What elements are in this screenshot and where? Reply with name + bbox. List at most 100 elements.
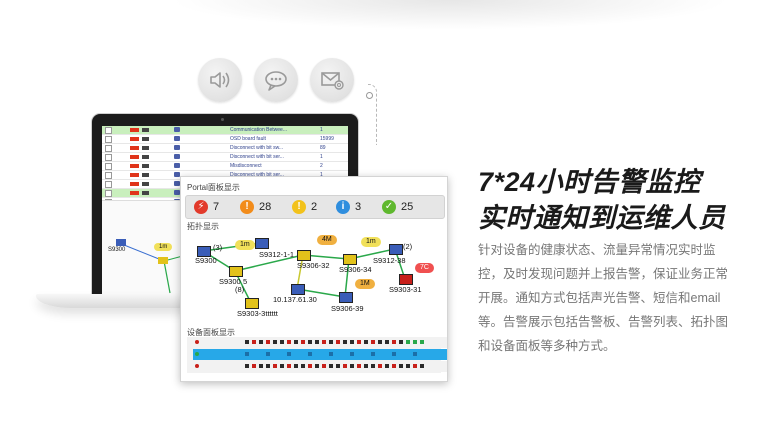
switch-icon[interactable] — [389, 244, 403, 255]
port-indicator — [392, 340, 396, 344]
alarm-row[interactable]: Misdisconnect 2 — [102, 162, 348, 171]
count-critical[interactable]: ⚡ 7 — [194, 199, 219, 215]
port-indicator — [329, 352, 333, 356]
port-indicator — [301, 352, 305, 356]
port-indicator — [350, 340, 354, 344]
port-indicator — [266, 364, 270, 368]
port-indicator — [315, 340, 319, 344]
port-indicator — [420, 340, 424, 344]
alarm-row[interactable]: Disconnect with bit ser... 1 — [102, 153, 348, 162]
node-label: 10.137.61.30 — [273, 295, 317, 304]
port-indicator — [357, 340, 361, 344]
mail-icon — [310, 58, 354, 102]
switch-icon[interactable] — [297, 250, 311, 261]
alarm-counts-bar: ⚡ 7 ! 28 ! 2 i 3 ✓ 25 — [185, 195, 445, 219]
port-indicator — [308, 352, 312, 356]
alarm-count: 89 — [320, 145, 326, 151]
headline-line-1: 7*24小时告警监控 — [478, 167, 701, 197]
port-indicator — [259, 352, 263, 356]
port-indicator — [406, 352, 410, 356]
alarm-description: Disconnect with bit sw... — [230, 145, 284, 151]
row-checkbox[interactable] — [105, 127, 112, 134]
row-checkbox[interactable] — [105, 136, 112, 143]
port-indicator — [245, 340, 249, 344]
lightning-icon: ⚡ — [194, 200, 208, 214]
port-indicator — [322, 364, 326, 368]
count-cleared[interactable]: ✓ 25 — [382, 199, 413, 215]
row-checkbox[interactable] — [105, 181, 112, 188]
port-indicator — [378, 340, 382, 344]
row-checkbox[interactable] — [105, 190, 112, 197]
node-label: S9306-34 — [339, 265, 372, 274]
switch-icon[interactable] — [291, 284, 305, 295]
switch-icon[interactable] — [245, 298, 259, 309]
link-label: 5 — [243, 277, 248, 286]
node-label: S9312-1-1 — [259, 250, 295, 259]
port-indicator — [329, 340, 333, 344]
topology-view: S9300 S9300 S9312-1-1 S9306-32 S9306-34 … — [185, 231, 443, 323]
row-checkbox[interactable] — [105, 163, 112, 170]
port-indicator — [329, 364, 333, 368]
switch-icon[interactable] — [399, 274, 413, 285]
top-decorative-glow — [170, 0, 730, 30]
port-indicator — [364, 364, 368, 368]
severity-bar — [130, 155, 139, 159]
severity-bar — [142, 137, 149, 141]
severity-bar — [130, 146, 139, 150]
port-indicator — [252, 352, 256, 356]
severity-bar — [142, 173, 149, 177]
count-major[interactable]: ! 28 — [240, 199, 271, 215]
port-indicator — [301, 340, 305, 344]
port-indicator — [399, 340, 403, 344]
node-label: S9303-31 — [389, 285, 422, 294]
port-indicator — [252, 364, 256, 368]
port-indicator — [343, 364, 347, 368]
port-indicator — [287, 352, 291, 356]
count-info[interactable]: i 3 — [336, 199, 361, 215]
port-indicator — [294, 364, 298, 368]
switch-icon[interactable] — [255, 238, 269, 249]
link-bubble: 1m — [361, 237, 381, 247]
alarm-row[interactable]: OSD board fault 15999 — [102, 135, 348, 144]
port-indicator — [378, 364, 382, 368]
port-indicator — [287, 364, 291, 368]
row-checkbox[interactable] — [105, 154, 112, 161]
device-icon — [174, 163, 180, 168]
panel-row — [193, 337, 447, 348]
port-indicator — [378, 352, 382, 356]
switch-icon[interactable] — [343, 254, 357, 265]
panel-row-selected[interactable] — [193, 349, 447, 360]
alarm-description: OSD board fault — [230, 136, 266, 142]
port-indicator — [343, 352, 347, 356]
port-indicator — [322, 340, 326, 344]
count-minor[interactable]: ! 2 — [292, 199, 317, 215]
status-led — [195, 352, 199, 356]
port-indicator — [315, 352, 319, 356]
port-indicator — [245, 364, 249, 368]
port-indicator — [385, 340, 389, 344]
switch-icon[interactable] — [339, 292, 353, 303]
row-checkbox[interactable] — [105, 145, 112, 152]
info-icon: i — [336, 200, 350, 214]
port-indicator — [336, 352, 340, 356]
port-indicator — [420, 352, 424, 356]
port-indicator — [371, 340, 375, 344]
severity-bar — [130, 128, 139, 132]
row-checkbox[interactable] — [105, 172, 112, 179]
port-indicator — [301, 364, 305, 368]
port-indicator — [385, 352, 389, 356]
port-indicator — [392, 364, 396, 368]
portal-panel: Portal面板显示 ⚡ 7 ! 28 ! 2 i 3 ✓ 25 拓扑显示 S9… — [180, 176, 448, 382]
device-icon — [174, 145, 180, 150]
switch-icon[interactable] — [229, 266, 243, 277]
port-indicator — [406, 340, 410, 344]
port-indicator — [350, 352, 354, 356]
connector-dot — [366, 92, 373, 99]
port-indicator — [357, 364, 361, 368]
alarm-row[interactable]: Communication Betwee... 1 — [102, 126, 348, 135]
device-icon — [174, 127, 180, 132]
port-indicator — [336, 364, 340, 368]
port-indicator — [280, 340, 284, 344]
alarm-row[interactable]: Disconnect with bit sw... 89 — [102, 144, 348, 153]
port-indicator — [273, 364, 277, 368]
